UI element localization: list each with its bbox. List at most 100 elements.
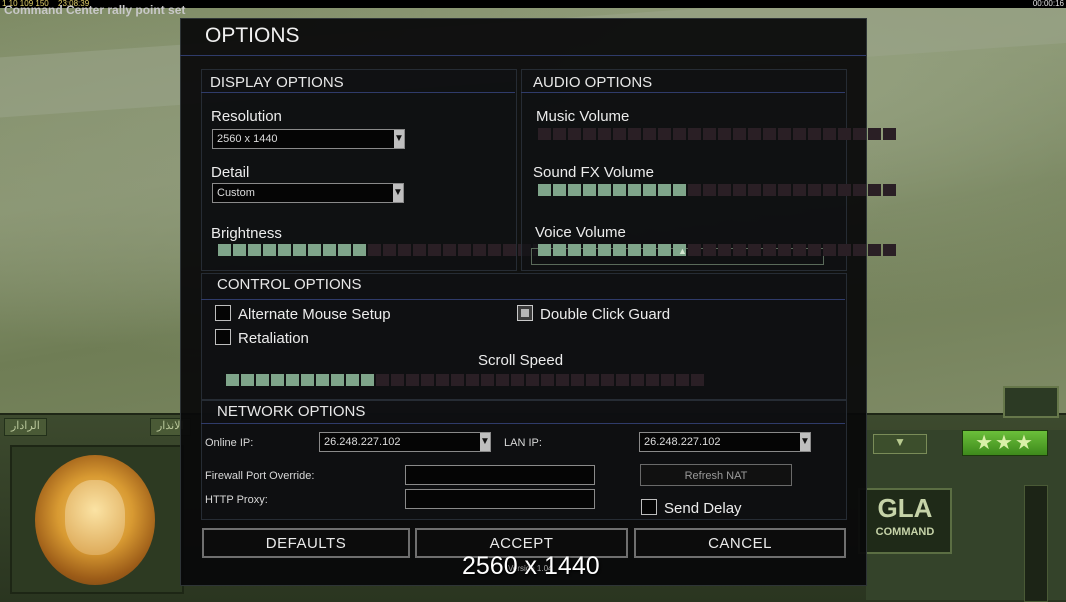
slider-segment[interactable] <box>868 184 881 196</box>
slider-segment[interactable] <box>763 128 776 140</box>
slider-segment[interactable] <box>748 244 761 256</box>
slider-segment[interactable] <box>218 244 231 256</box>
slider-segment[interactable] <box>613 128 626 140</box>
slider-segment[interactable] <box>598 184 611 196</box>
slider-segment[interactable] <box>541 374 554 386</box>
slider-segment[interactable] <box>703 184 716 196</box>
slider-segment[interactable] <box>658 184 671 196</box>
http-proxy-input[interactable] <box>405 489 595 509</box>
slider-segment[interactable] <box>568 128 581 140</box>
slider-segment[interactable] <box>406 374 419 386</box>
slider-segment[interactable] <box>443 244 456 256</box>
slider-segment[interactable] <box>643 244 656 256</box>
slider-segment[interactable] <box>838 184 851 196</box>
chevron-down-icon[interactable]: ▼ <box>873 434 927 454</box>
slider-segment[interactable] <box>661 374 674 386</box>
slider-segment[interactable] <box>763 244 776 256</box>
slider-segment[interactable] <box>248 244 261 256</box>
slider-segment[interactable] <box>271 374 284 386</box>
slider-segment[interactable] <box>688 184 701 196</box>
slider-segment[interactable] <box>853 184 866 196</box>
slider-segment[interactable] <box>646 374 659 386</box>
resolution-dropdown[interactable]: 2560 x 1440 ▼ <box>212 129 405 149</box>
hud-tab-radar[interactable]: الرادار <box>4 418 47 436</box>
double-click-guard-checkbox[interactable] <box>517 305 533 321</box>
slider-segment[interactable] <box>628 128 641 140</box>
slider-segment[interactable] <box>368 244 381 256</box>
slider-segment[interactable] <box>658 128 671 140</box>
slider-segment[interactable] <box>613 184 626 196</box>
slider-segment[interactable] <box>748 128 761 140</box>
slider-segment[interactable] <box>823 184 836 196</box>
unit-group-icon[interactable] <box>1003 386 1059 418</box>
slider-segment[interactable] <box>346 374 359 386</box>
slider-segment[interactable] <box>308 244 321 256</box>
online-ip-dropdown[interactable]: 26.248.227.102 ▼ <box>319 432 491 452</box>
slider-segment[interactable] <box>778 184 791 196</box>
rank-stars-badge[interactable]: ★★★ <box>962 430 1048 456</box>
slider-segment[interactable] <box>301 374 314 386</box>
slider-segment[interactable] <box>293 244 306 256</box>
sfx-volume-slider[interactable] <box>538 184 896 196</box>
slider-segment[interactable] <box>643 128 656 140</box>
slider-segment[interactable] <box>808 128 821 140</box>
slider-segment[interactable] <box>553 184 566 196</box>
slider-segment[interactable] <box>473 244 486 256</box>
slider-segment[interactable] <box>226 374 239 386</box>
chevron-down-icon[interactable]: ▼ <box>480 433 490 451</box>
slider-segment[interactable] <box>331 374 344 386</box>
slider-segment[interactable] <box>398 244 411 256</box>
slider-segment[interactable] <box>316 374 329 386</box>
slider-segment[interactable] <box>503 244 516 256</box>
slider-segment[interactable] <box>808 244 821 256</box>
slider-segment[interactable] <box>631 374 644 386</box>
slider-segment[interactable] <box>823 128 836 140</box>
slider-segment[interactable] <box>338 244 351 256</box>
slider-segment[interactable] <box>808 184 821 196</box>
slider-segment[interactable] <box>538 184 551 196</box>
retaliation-checkbox[interactable] <box>215 329 231 345</box>
slider-segment[interactable] <box>673 184 686 196</box>
voice-volume-slider[interactable] <box>538 244 896 256</box>
slider-segment[interactable] <box>583 244 596 256</box>
chevron-down-icon[interactable]: ▼ <box>393 184 403 202</box>
slider-segment[interactable] <box>583 128 596 140</box>
slider-thumb-icon[interactable]: ▲ <box>678 246 687 256</box>
slider-segment[interactable] <box>586 374 599 386</box>
slider-segment[interactable] <box>496 374 509 386</box>
slider-segment[interactable] <box>598 244 611 256</box>
slider-segment[interactable] <box>763 184 776 196</box>
scroll-speed-slider[interactable] <box>226 374 704 386</box>
command-emblem[interactable]: GLA COMMAND <box>858 488 952 554</box>
slider-segment[interactable] <box>421 374 434 386</box>
slider-segment[interactable] <box>823 244 836 256</box>
slider-segment[interactable] <box>778 244 791 256</box>
slider-segment[interactable] <box>616 374 629 386</box>
slider-segment[interactable] <box>553 244 566 256</box>
slider-segment[interactable] <box>436 374 449 386</box>
slider-segment[interactable] <box>838 244 851 256</box>
slider-segment[interactable] <box>361 374 374 386</box>
slider-segment[interactable] <box>568 184 581 196</box>
chevron-down-icon[interactable]: ▼ <box>394 130 404 148</box>
slider-segment[interactable] <box>583 184 596 196</box>
slider-segment[interactable] <box>883 184 896 196</box>
slider-segment[interactable] <box>628 184 641 196</box>
firewall-port-input[interactable] <box>405 465 595 485</box>
slider-segment[interactable] <box>688 128 701 140</box>
slider-segment[interactable] <box>688 244 701 256</box>
slider-segment[interactable] <box>703 244 716 256</box>
slider-segment[interactable] <box>793 184 806 196</box>
defaults-button[interactable]: DEFAULTS <box>202 528 410 558</box>
slider-segment[interactable] <box>883 244 896 256</box>
slider-segment[interactable] <box>853 128 866 140</box>
slider-segment[interactable] <box>511 374 524 386</box>
slider-segment[interactable] <box>466 374 479 386</box>
hud-scrollbar[interactable] <box>1024 485 1048 602</box>
slider-segment[interactable] <box>413 244 426 256</box>
slider-segment[interactable] <box>598 128 611 140</box>
music-volume-slider[interactable] <box>538 128 896 140</box>
cancel-button[interactable]: CANCEL <box>634 528 846 558</box>
slider-segment[interactable] <box>658 244 671 256</box>
slider-segment[interactable] <box>376 374 389 386</box>
